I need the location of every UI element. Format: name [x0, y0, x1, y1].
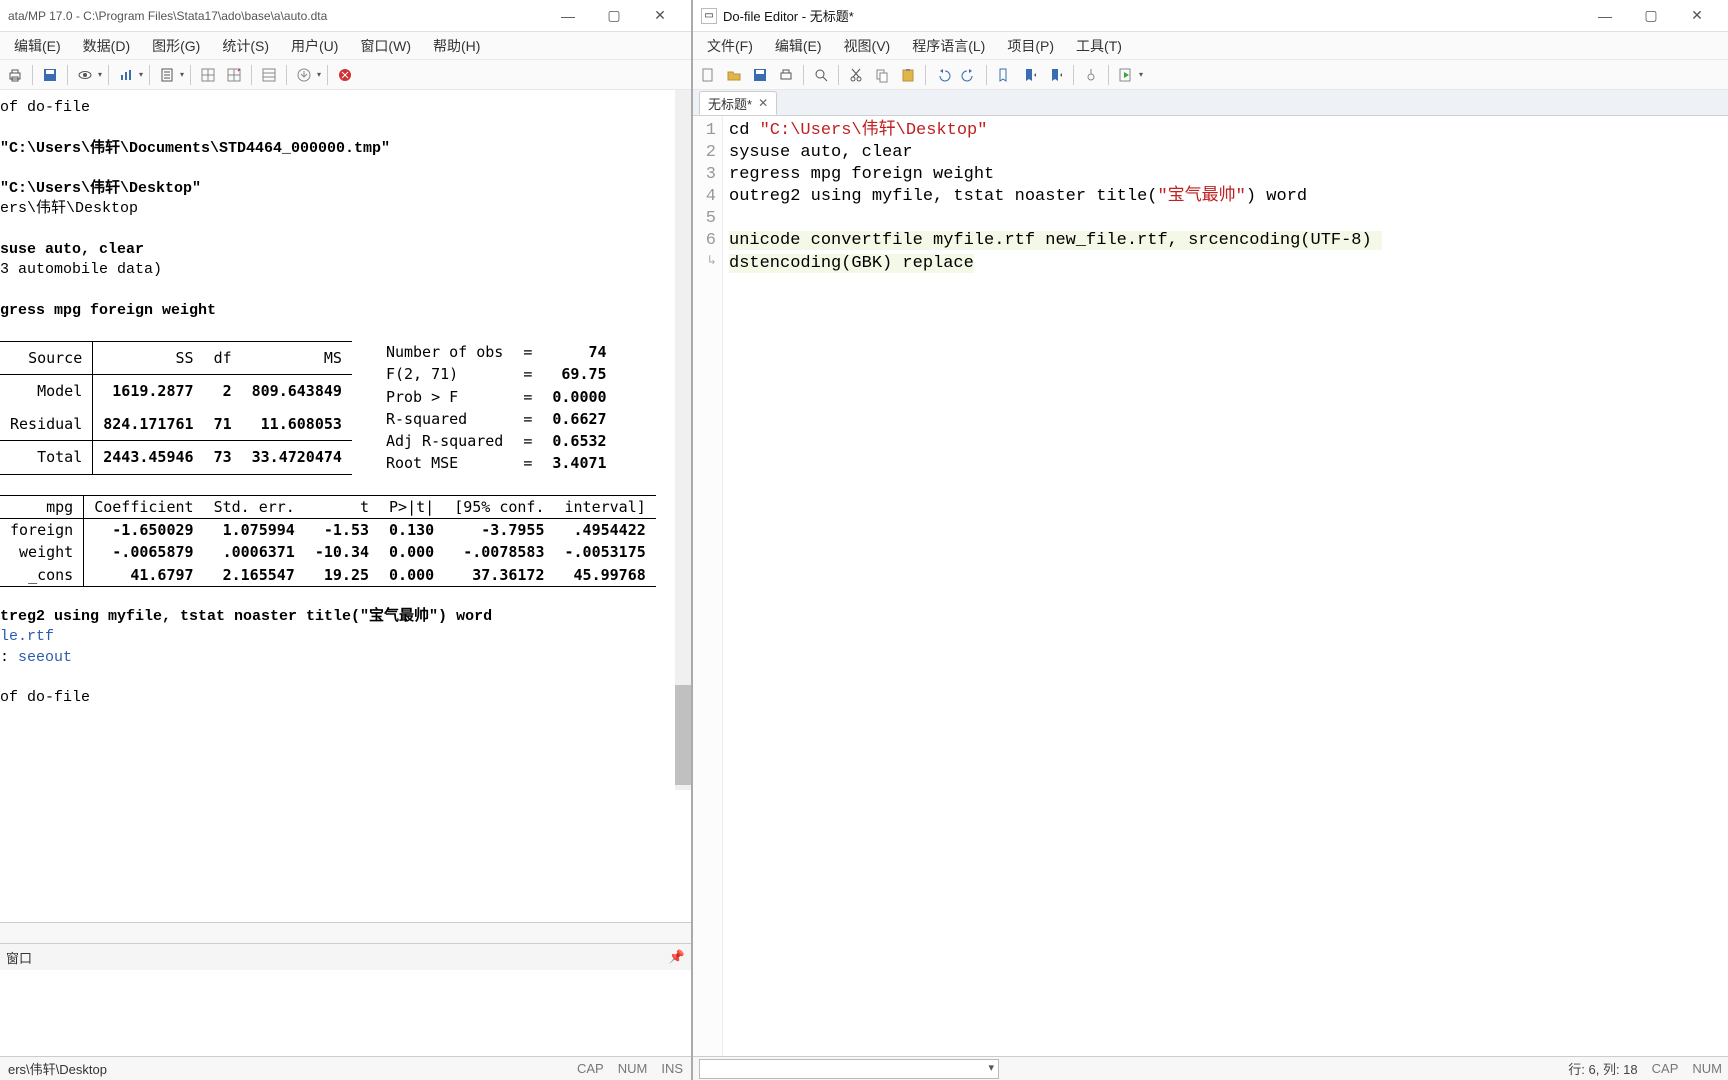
print-icon[interactable]	[4, 64, 26, 86]
menu-help[interactable]: 帮助(H)	[423, 33, 490, 59]
maximize-button[interactable]: ▢	[591, 1, 637, 31]
toolbar-right: ▾	[693, 60, 1728, 90]
search-icon[interactable]	[810, 64, 832, 86]
stop-icon[interactable]	[334, 64, 356, 86]
anova-table: SourceSSdfMS Model1619.28772809.643849 R…	[0, 341, 352, 475]
results-line: ers\伟轩\Desktop	[0, 199, 673, 219]
scrollbar-thumb[interactable]	[675, 685, 691, 785]
new-icon[interactable]	[697, 64, 719, 86]
run-icon[interactable]	[1115, 64, 1137, 86]
minimize-button[interactable]: —	[1582, 1, 1628, 31]
tabstrip: 无标题* ✕	[693, 90, 1728, 116]
status-path: ers\伟轩\Desktop	[8, 1059, 107, 1078]
menu-lang[interactable]: 程序语言(L)	[902, 33, 995, 59]
results-line: suse auto, clear	[0, 240, 673, 260]
print-icon[interactable]	[775, 64, 797, 86]
app-icon: ▭	[701, 8, 717, 24]
status-cap: CAP	[1652, 1061, 1679, 1076]
bookmark-next-icon[interactable]	[1045, 64, 1067, 86]
results-line: of do-file	[0, 688, 673, 708]
gutter: 123456↳	[693, 116, 723, 1056]
do-icon[interactable]	[156, 64, 178, 86]
bookmark-prev-icon[interactable]	[1019, 64, 1041, 86]
command-panel-title: 窗口	[6, 948, 32, 967]
menu-user[interactable]: 用户(U)	[281, 33, 348, 59]
titlebar-right: ▭ Do-file Editor - 无标题* — ▢ ✕	[693, 0, 1728, 32]
close-icon[interactable]: ✕	[758, 96, 768, 110]
toolbar-left: ▾ ▾ ▾ ▾	[0, 60, 691, 90]
code-body[interactable]: cd "C:\Users\伟轩\Desktop" sysuse auto, cl…	[723, 116, 1728, 1056]
bookmark-icon[interactable]	[993, 64, 1015, 86]
menu-project[interactable]: 项目(P)	[997, 33, 1064, 59]
results-line: 3 automobile data)	[0, 260, 673, 280]
menu-stats[interactable]: 统计(S)	[212, 33, 279, 59]
save-icon[interactable]	[39, 64, 61, 86]
results-line: "C:\Users\伟轩\Desktop"	[0, 179, 673, 199]
menubar-right: 文件(F) 编辑(E) 视图(V) 程序语言(L) 项目(P) 工具(T)	[693, 32, 1728, 60]
status-cap: CAP	[577, 1061, 604, 1076]
mouse-cursor-icon: ↖	[1063, 116, 1073, 123]
window-title: Do-file Editor - 无标题*	[723, 6, 1582, 25]
cut-icon[interactable]	[845, 64, 867, 86]
command-panel-header: 窗口 📌	[0, 944, 691, 970]
menu-window[interactable]: 窗口(W)	[350, 33, 421, 59]
regstats-table: Number of obs=74 F(2, 71)=69.75 Prob > F…	[376, 341, 617, 475]
grid2-icon[interactable]	[223, 64, 245, 86]
menu-edit[interactable]: 编辑(E)	[765, 33, 832, 59]
coef-table: mpg Coefficient Std. err. t P>|t| [95% c…	[0, 495, 656, 587]
results-line: gress mpg foreign weight	[0, 301, 673, 321]
statusbar-right: 行: 6, 列: 18 CAP NUM	[693, 1056, 1728, 1080]
paste-icon[interactable]	[897, 64, 919, 86]
status-ins: INS	[661, 1061, 683, 1076]
status-num: NUM	[1692, 1061, 1722, 1076]
open-icon[interactable]	[723, 64, 745, 86]
pane-separator[interactable]	[0, 922, 691, 944]
status-position: 行: 6, 列: 18	[1568, 1059, 1637, 1078]
grid1-icon[interactable]	[197, 64, 219, 86]
menu-edit[interactable]: 编辑(E)	[4, 33, 71, 59]
dofile-editor-window: ▭ Do-file Editor - 无标题* — ▢ ✕ 文件(F) 编辑(E…	[693, 0, 1728, 1080]
statusbar-left: ers\伟轩\Desktop CAP NUM INS	[0, 1056, 691, 1080]
redo-icon[interactable]	[958, 64, 980, 86]
results-line: treg2 using myfile, tstat noaster title(…	[0, 607, 673, 627]
undo-icon[interactable]	[932, 64, 954, 86]
maximize-button[interactable]: ▢	[1628, 1, 1674, 31]
code-editor[interactable]: 123456↳ cd "C:\Users\伟轩\Desktop" sysuse …	[693, 116, 1728, 1056]
goto-icon[interactable]	[1080, 64, 1102, 86]
tab-untitled[interactable]: 无标题* ✕	[699, 91, 777, 115]
menu-tools[interactable]: 工具(T)	[1066, 33, 1132, 59]
tab-label: 无标题*	[708, 94, 752, 113]
minimize-button[interactable]: —	[545, 1, 591, 31]
grid3-icon[interactable]	[258, 64, 280, 86]
chart-icon[interactable]	[115, 64, 137, 86]
command-input[interactable]	[0, 970, 691, 1056]
link-rtf[interactable]: le.rtf	[0, 628, 54, 645]
menu-graph[interactable]: 图形(G)	[142, 33, 210, 59]
menu-view[interactable]: 视图(V)	[834, 33, 901, 59]
results-line: of do-file	[0, 98, 673, 118]
close-button[interactable]: ✕	[637, 1, 683, 31]
link-seeout[interactable]: seeout	[18, 649, 72, 666]
menu-file[interactable]: 文件(F)	[697, 33, 763, 59]
results-pane[interactable]: of do-file "C:\Users\伟轩\Documents\STD446…	[0, 90, 691, 922]
status-combo[interactable]	[699, 1059, 999, 1079]
results-line: "C:\Users\伟轩\Documents\STD4464_000000.tm…	[0, 139, 673, 159]
copy-icon[interactable]	[871, 64, 893, 86]
titlebar-left: ata/MP 17.0 - C:\Program Files\Stata17\a…	[0, 0, 691, 32]
pin-icon[interactable]: 📌	[669, 949, 685, 965]
download-icon[interactable]	[293, 64, 315, 86]
eye-icon[interactable]	[74, 64, 96, 86]
status-num: NUM	[618, 1061, 648, 1076]
save-icon[interactable]	[749, 64, 771, 86]
menubar-left: 编辑(E) 数据(D) 图形(G) 统计(S) 用户(U) 窗口(W) 帮助(H…	[0, 32, 691, 60]
stata-main-window: ata/MP 17.0 - C:\Program Files\Stata17\a…	[0, 0, 693, 1080]
close-button[interactable]: ✕	[1674, 1, 1720, 31]
menu-data[interactable]: 数据(D)	[73, 33, 140, 59]
window-title: ata/MP 17.0 - C:\Program Files\Stata17\a…	[8, 9, 545, 23]
